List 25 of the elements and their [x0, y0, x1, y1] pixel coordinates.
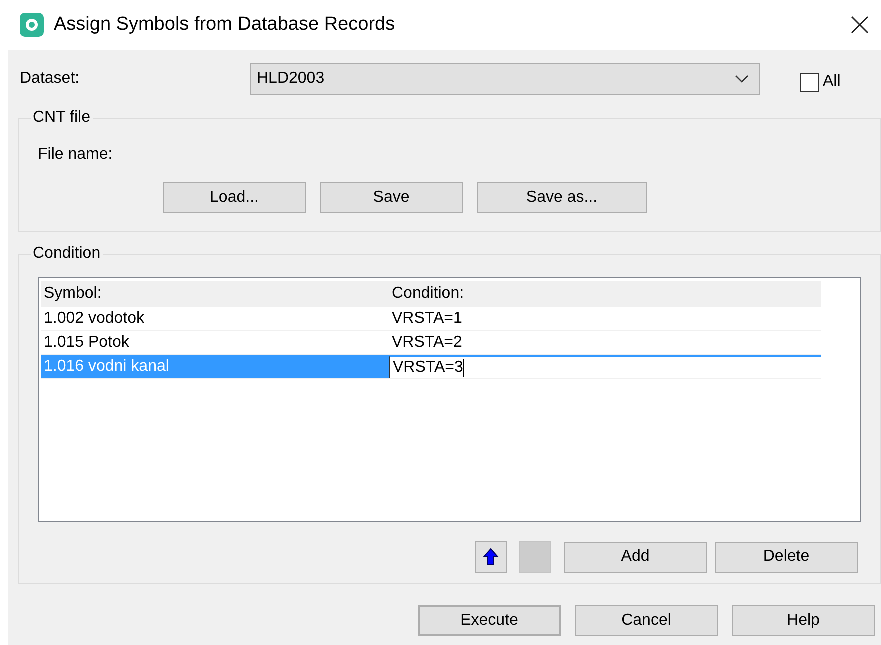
dialog-button[interactable]: Help: [732, 605, 875, 636]
all-checkbox[interactable]: All: [800, 70, 841, 94]
move-up-button[interactable]: [475, 541, 507, 573]
app-icon: [20, 13, 44, 37]
chevron-down-icon: [735, 75, 749, 83]
file-button[interactable]: Load...: [163, 182, 306, 213]
file-button[interactable]: Save as...: [477, 182, 647, 213]
window-title: Assign Symbols from Database Records: [54, 12, 396, 37]
table-button[interactable]: Delete: [715, 542, 858, 572]
table-cell-text: VRSTA=2: [391, 332, 464, 352]
dialog-button[interactable]: Cancel: [575, 605, 718, 636]
dataset-dropdown[interactable]: HLD2003: [250, 63, 760, 95]
file-button[interactable]: Save: [320, 182, 463, 213]
file-name-label: File name:: [38, 145, 113, 165]
table-cell-text: VRSTA=1: [391, 308, 464, 328]
up-arrow-icon: [483, 548, 499, 566]
column-header[interactable]: Symbol:: [41, 281, 389, 307]
table-cell[interactable]: 1.002 vodotok: [41, 307, 389, 330]
column-header[interactable]: Condition:: [389, 281, 821, 307]
table-button[interactable]: Add: [564, 542, 707, 572]
table-cell[interactable]: 1.015 Potok: [41, 331, 389, 354]
dialog-button[interactable]: Execute: [418, 605, 561, 636]
dataset-label: Dataset:: [19, 69, 81, 89]
condition-input-field[interactable]: VRSTA=3: [389, 355, 821, 378]
close-icon: [851, 16, 869, 34]
